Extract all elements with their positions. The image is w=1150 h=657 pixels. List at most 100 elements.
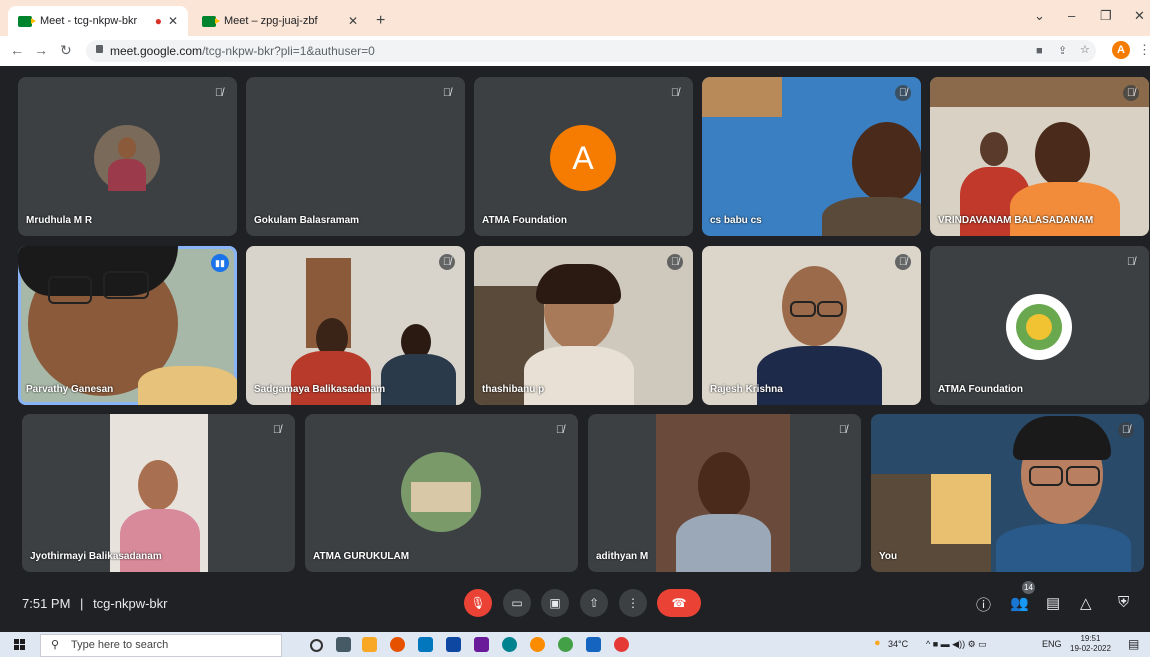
participant-tile-video-speaking[interactable]: ▮▮ Parvathy Ganesan bbox=[18, 246, 237, 405]
mail-icon[interactable] bbox=[418, 637, 433, 652]
participant-tile-video[interactable]: 🎙̸ Sadgamaya Balikasadanam bbox=[246, 246, 465, 405]
mic-off-icon: 🎙̸ bbox=[1118, 422, 1134, 438]
hangup-icon: ☎ bbox=[671, 596, 687, 610]
participant-name: adithyan M bbox=[596, 551, 649, 562]
amazon-icon[interactable] bbox=[474, 637, 489, 652]
recording-dot-icon: ● bbox=[154, 14, 162, 28]
participant-tile-video[interactable]: 🎙̸ VRINDAVANAM BALASADANAM bbox=[930, 77, 1149, 236]
cortana-icon[interactable] bbox=[310, 639, 323, 652]
leave-call-button[interactable]: ☎ bbox=[657, 589, 701, 617]
present-icon: ⇧ bbox=[588, 596, 600, 610]
mic-off-icon: 🎙 bbox=[470, 596, 486, 610]
mic-off-icon: 🎙̸ bbox=[439, 254, 455, 270]
notifications-icon[interactable]: ▤ bbox=[1128, 637, 1139, 651]
mic-off-icon: 🎙̸ bbox=[555, 424, 565, 436]
host-controls-icon[interactable]: ⛨ bbox=[1118, 594, 1129, 611]
profile-avatar-button[interactable]: A bbox=[1112, 41, 1130, 59]
firefox-icon[interactable] bbox=[390, 637, 405, 652]
reload-icon[interactable]: ↻ bbox=[60, 42, 72, 59]
participant-name: ATMA Foundation bbox=[482, 215, 567, 226]
back-icon[interactable]: ← bbox=[10, 42, 24, 58]
meeting-time: 7:51 PM bbox=[22, 596, 71, 611]
forward-icon[interactable]: → bbox=[34, 42, 48, 58]
app-icon[interactable] bbox=[586, 637, 601, 652]
close-tab-icon[interactable]: ✕ bbox=[168, 14, 178, 28]
task-view-icon[interactable] bbox=[336, 637, 351, 652]
participant-tile[interactable]: 🎙̸ ATMA GURUKULAM bbox=[305, 414, 578, 572]
language-indicator[interactable]: ENG bbox=[1042, 639, 1062, 649]
paint-icon[interactable] bbox=[530, 637, 545, 652]
chrome-profile-icon[interactable] bbox=[614, 637, 629, 652]
camera-toggle-button[interactable]: ▭ bbox=[503, 589, 531, 617]
participant-tile[interactable]: 🎙̸ Jyothirmayi Balikasadanam bbox=[22, 414, 295, 572]
minimize-icon[interactable]: – bbox=[1068, 8, 1075, 23]
browser-menu-icon[interactable]: ⋮ bbox=[1138, 42, 1150, 58]
participant-avatar bbox=[94, 125, 160, 191]
mic-toggle-button[interactable]: 🎙 bbox=[464, 589, 492, 617]
participant-tile-video[interactable]: 🎙̸ thashibanu p bbox=[474, 246, 693, 405]
mic-off-icon: 🎙̸ bbox=[272, 424, 282, 436]
new-tab-icon[interactable]: + bbox=[376, 12, 385, 30]
participant-tile[interactable]: 🎙̸ Mrudhula M R bbox=[18, 77, 237, 236]
mic-off-icon: 🎙̸ bbox=[670, 87, 680, 99]
video-feed-image bbox=[702, 77, 782, 117]
meet-favicon-icon bbox=[202, 15, 220, 27]
system-tray-icons[interactable]: ^ ■ ▬ ◀)) ⚙ ▭ bbox=[926, 639, 987, 650]
mic-off-icon: 🎙̸ bbox=[895, 254, 911, 270]
lock-icon bbox=[96, 45, 103, 53]
camera-in-use-icon[interactable]: ■ bbox=[1036, 45, 1043, 57]
participant-tile[interactable]: 🎙̸ ATMA Foundation bbox=[930, 246, 1149, 405]
participant-tile[interactable]: 🎙̸ adithyan M bbox=[588, 414, 861, 572]
file-explorer-icon[interactable] bbox=[362, 637, 377, 652]
bookmark-star-icon[interactable]: ☆ bbox=[1080, 43, 1090, 56]
speaking-indicator-icon: ▮▮ bbox=[211, 254, 229, 272]
participant-avatar: A bbox=[550, 125, 616, 191]
taskbar-clock[interactable]: 19:51 19-02-2022 bbox=[1070, 634, 1111, 654]
present-button[interactable]: ⇧ bbox=[580, 589, 608, 617]
browser-tab-meet-2[interactable]: Meet – zpg-juaj-zbf ✕ bbox=[192, 6, 368, 36]
browser-toolbar: ← → ↻ meet.google.com/tcg-nkpw-bkr?pli=1… bbox=[0, 36, 1150, 66]
weather-text[interactable]: 34°C bbox=[888, 639, 908, 649]
restore-icon[interactable]: ❐ bbox=[1100, 8, 1112, 24]
chat-icon[interactable]: ▤ bbox=[1046, 594, 1060, 612]
captions-button[interactable]: ▣ bbox=[541, 589, 569, 617]
participant-name: thashibanu p bbox=[482, 384, 545, 395]
address-bar[interactable]: meet.google.com/tcg-nkpw-bkr?pli=1&authu… bbox=[86, 40, 1096, 62]
info-icon[interactable]: ⓘ bbox=[976, 594, 991, 615]
more-options-button[interactable]: ⋮ bbox=[619, 589, 647, 617]
meet-favicon-icon bbox=[18, 15, 36, 27]
tab-title: Meet - tcg-nkpw-bkr bbox=[40, 15, 138, 27]
taskbar-search-box[interactable]: ⚲ Type here to search bbox=[40, 634, 282, 657]
participant-name: Sadgamaya Balikasadanam bbox=[254, 384, 386, 395]
activities-icon[interactable]: △ bbox=[1080, 594, 1092, 612]
participant-tile-video[interactable]: 🎙̸ cs babu cs bbox=[702, 77, 921, 236]
dropbox-icon[interactable] bbox=[446, 637, 461, 652]
browser-tab-meet-1[interactable]: Meet - tcg-nkpw-bkr ● ✕ bbox=[8, 6, 188, 36]
participant-tile-self[interactable]: 🎙̸ You bbox=[871, 414, 1144, 572]
participant-tile[interactable]: A 🎙̸ ATMA Foundation bbox=[474, 77, 693, 236]
mic-off-icon: 🎙̸ bbox=[838, 424, 848, 436]
participant-name: Jyothirmayi Balikasadanam bbox=[30, 551, 162, 562]
participant-tile[interactable]: 🎙̸ Gokulam Balasramam bbox=[246, 77, 465, 236]
captions-icon: ▣ bbox=[549, 596, 561, 610]
participant-name: Rajesh Krishna bbox=[710, 384, 783, 395]
edge-icon[interactable] bbox=[502, 637, 517, 652]
share-icon[interactable]: ⇪ bbox=[1058, 44, 1067, 57]
video-feed-image bbox=[110, 414, 208, 572]
participant-tile-video[interactable]: 🎙̸ Rajesh Krishna bbox=[702, 246, 921, 405]
mic-off-icon: 🎙̸ bbox=[1123, 85, 1139, 101]
close-tab-icon[interactable]: ✕ bbox=[348, 14, 358, 28]
mic-off-icon: 🎙̸ bbox=[214, 87, 224, 99]
url-text: meet.google.com/tcg-nkpw-bkr?pli=1&authu… bbox=[110, 44, 375, 58]
chrome-icon[interactable] bbox=[558, 637, 573, 652]
people-icon[interactable]: 👥 bbox=[1010, 594, 1029, 612]
mic-off-icon: 🎙̸ bbox=[667, 254, 683, 270]
search-placeholder: Type here to search bbox=[71, 639, 169, 651]
participant-name: ATMA Foundation bbox=[938, 384, 1023, 395]
tab-search-chevron-icon[interactable]: ⌄ bbox=[1034, 8, 1045, 24]
close-window-icon[interactable]: ✕ bbox=[1134, 8, 1145, 24]
mic-off-icon: 🎙̸ bbox=[895, 85, 911, 101]
meeting-code: tcg-nkpw-bkr bbox=[93, 596, 168, 611]
windows-start-icon[interactable] bbox=[14, 639, 25, 650]
camera-icon: ▭ bbox=[511, 596, 523, 610]
